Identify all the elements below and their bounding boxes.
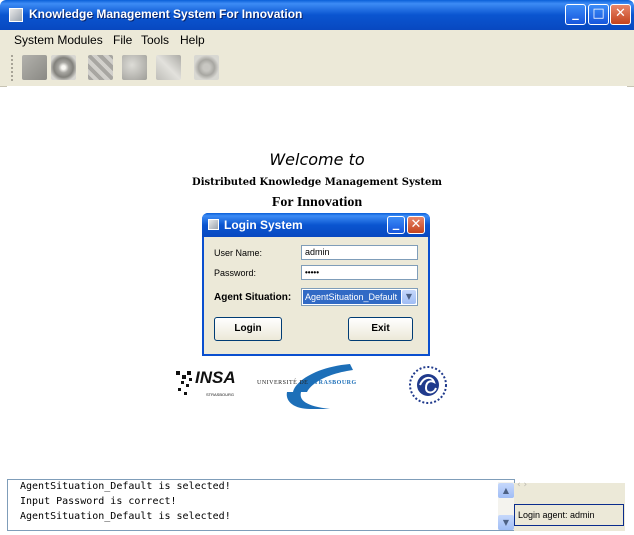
- university-prefix: UNIVERSITÉ DE: [257, 380, 309, 386]
- welcome-subtitle: Distributed Knowledge Management System: [192, 177, 442, 188]
- dialog-app-icon: [208, 219, 219, 230]
- console-scrollbar[interactable]: ▲ ▼: [498, 482, 514, 530]
- title-bar[interactable]: Knowledge Management System For Innovati…: [0, 0, 634, 30]
- menu-tools[interactable]: Tools: [141, 33, 169, 47]
- minimize-icon: _: [392, 216, 400, 231]
- username-field[interactable]: admin: [301, 245, 418, 260]
- menu-bar: System Modules File Tools Help: [0, 30, 634, 50]
- agent-situation-label: Agent Situation:: [214, 292, 292, 303]
- login-title-bar[interactable]: Login System _ ✕: [202, 213, 430, 237]
- menu-system-modules[interactable]: System Modules: [14, 33, 103, 47]
- password-label: Password:: [214, 268, 257, 278]
- dialog-minimize-button[interactable]: _: [387, 216, 405, 234]
- login-status: Login agent: admin: [514, 504, 624, 526]
- university-label: UNIVERSITÉ DE STRASBOURG: [257, 380, 357, 386]
- minimize-icon: _: [572, 6, 579, 21]
- status-panel: ‹ › Login agent: admin: [514, 480, 625, 531]
- eye-icon[interactable]: [51, 55, 76, 80]
- log-line: AgentSituation_Default is selected!: [20, 511, 231, 522]
- toolbar: [0, 50, 634, 87]
- welcome-heading: Welcome to: [269, 150, 365, 169]
- strasbourg-logo: UNIVERSITÉ DE STRASBOURG: [255, 362, 385, 412]
- scroll-up-icon[interactable]: ▲: [498, 483, 514, 498]
- maximize-button[interactable]: □: [588, 4, 609, 25]
- log-console[interactable]: AgentSituation_Default is selected! Inpu…: [7, 479, 515, 531]
- exit-button[interactable]: Exit: [348, 317, 413, 341]
- splitter-arrows-icon[interactable]: ‹ ›: [517, 480, 527, 490]
- close-button[interactable]: ✕: [610, 4, 631, 25]
- strasbourg-swoosh: [286, 364, 353, 409]
- seal-logo: [404, 364, 452, 406]
- login-dialog: Login System _ ✕ User Name: admin Passwo…: [202, 213, 430, 356]
- window-title: Knowledge Management System For Innovati…: [29, 7, 303, 21]
- agent-situation-select[interactable]: AgentSituation_Default ▼: [301, 288, 418, 306]
- app-icon: [9, 8, 23, 22]
- maximize-icon: □: [592, 6, 605, 21]
- scroll-down-icon[interactable]: ▼: [498, 515, 514, 530]
- insa-subtext: STRASBOURG: [206, 392, 235, 397]
- login-title: Login System: [224, 218, 303, 232]
- welcome-innovation: For Innovation: [271, 195, 363, 210]
- seal-graphic: [409, 366, 447, 404]
- password-field[interactable]: •••••: [301, 265, 418, 280]
- dialog-close-button[interactable]: ✕: [407, 216, 425, 234]
- toolbar-grip[interactable]: [11, 55, 15, 81]
- agent-situation-value: AgentSituation_Default: [303, 290, 401, 304]
- main-window: Knowledge Management System For Innovati…: [0, 0, 634, 535]
- tree-icon[interactable]: [156, 55, 181, 80]
- close-icon: ✕: [615, 6, 626, 21]
- log-line: AgentSituation_Default is selected!: [20, 481, 231, 492]
- network-icon[interactable]: [122, 55, 147, 80]
- grid-icon[interactable]: [88, 55, 113, 80]
- insa-text: INSA: [195, 368, 236, 387]
- gear-icon[interactable]: [194, 55, 219, 80]
- menu-help[interactable]: Help: [180, 33, 205, 47]
- minimize-button[interactable]: _: [565, 4, 586, 25]
- username-label: User Name:: [214, 248, 263, 258]
- agent-icon[interactable]: [22, 55, 47, 80]
- login-button[interactable]: Login: [214, 317, 282, 341]
- insa-logo: INSA STRASBOURG: [173, 365, 243, 405]
- university-name: STRASBOURG: [310, 380, 357, 386]
- log-line: Input Password is correct!: [20, 496, 177, 507]
- close-icon: ✕: [410, 217, 422, 232]
- chevron-down-icon[interactable]: ▼: [402, 290, 416, 304]
- menu-file[interactable]: File: [113, 33, 132, 47]
